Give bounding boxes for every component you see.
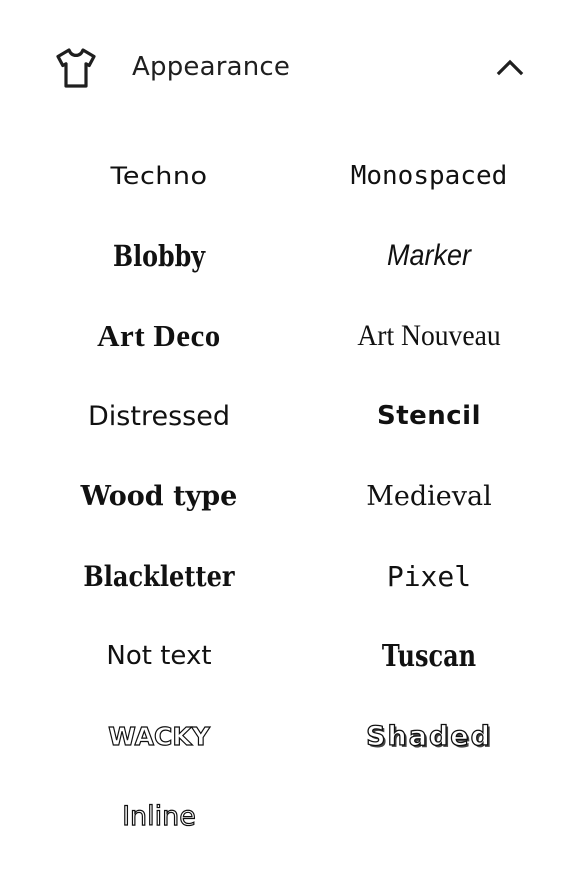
font-option-techno[interactable]: Techno [24,140,294,212]
font-option-shaded[interactable]: Shaded [294,696,564,776]
font-option-inline[interactable]: Inline [24,776,294,856]
font-option-stencil[interactable]: Stencil [294,376,564,456]
font-option-tuscan[interactable]: Tuscan [321,616,537,696]
font-option-art-nouveau[interactable]: Art Nouveau [305,296,553,376]
font-option-monospaced[interactable]: Monospaced [294,136,564,216]
font-option-wood-type[interactable]: Wood type [24,456,294,536]
appearance-section-header[interactable]: Appearance [0,0,588,136]
font-option-wacky[interactable]: WACKY [24,696,294,776]
font-option-art-deco[interactable]: Art Deco [24,296,294,376]
font-option-blackletter[interactable]: Blackletter [43,536,275,616]
font-option-marker[interactable]: Marker [308,216,551,296]
font-option-pixel[interactable]: Pixel [294,536,564,616]
font-option-medieval[interactable]: Medieval [294,456,564,536]
font-option-blobby[interactable]: Blobby [48,216,269,296]
chevron-up-icon[interactable] [494,52,526,84]
font-option-not-text[interactable]: Not text [24,616,294,696]
t-shirt-icon [56,48,96,88]
font-option-distressed[interactable]: Distressed [24,376,294,456]
font-style-grid: Techno Monospaced Blobby Marker Art Deco… [24,136,564,856]
section-title: Appearance [132,52,291,82]
